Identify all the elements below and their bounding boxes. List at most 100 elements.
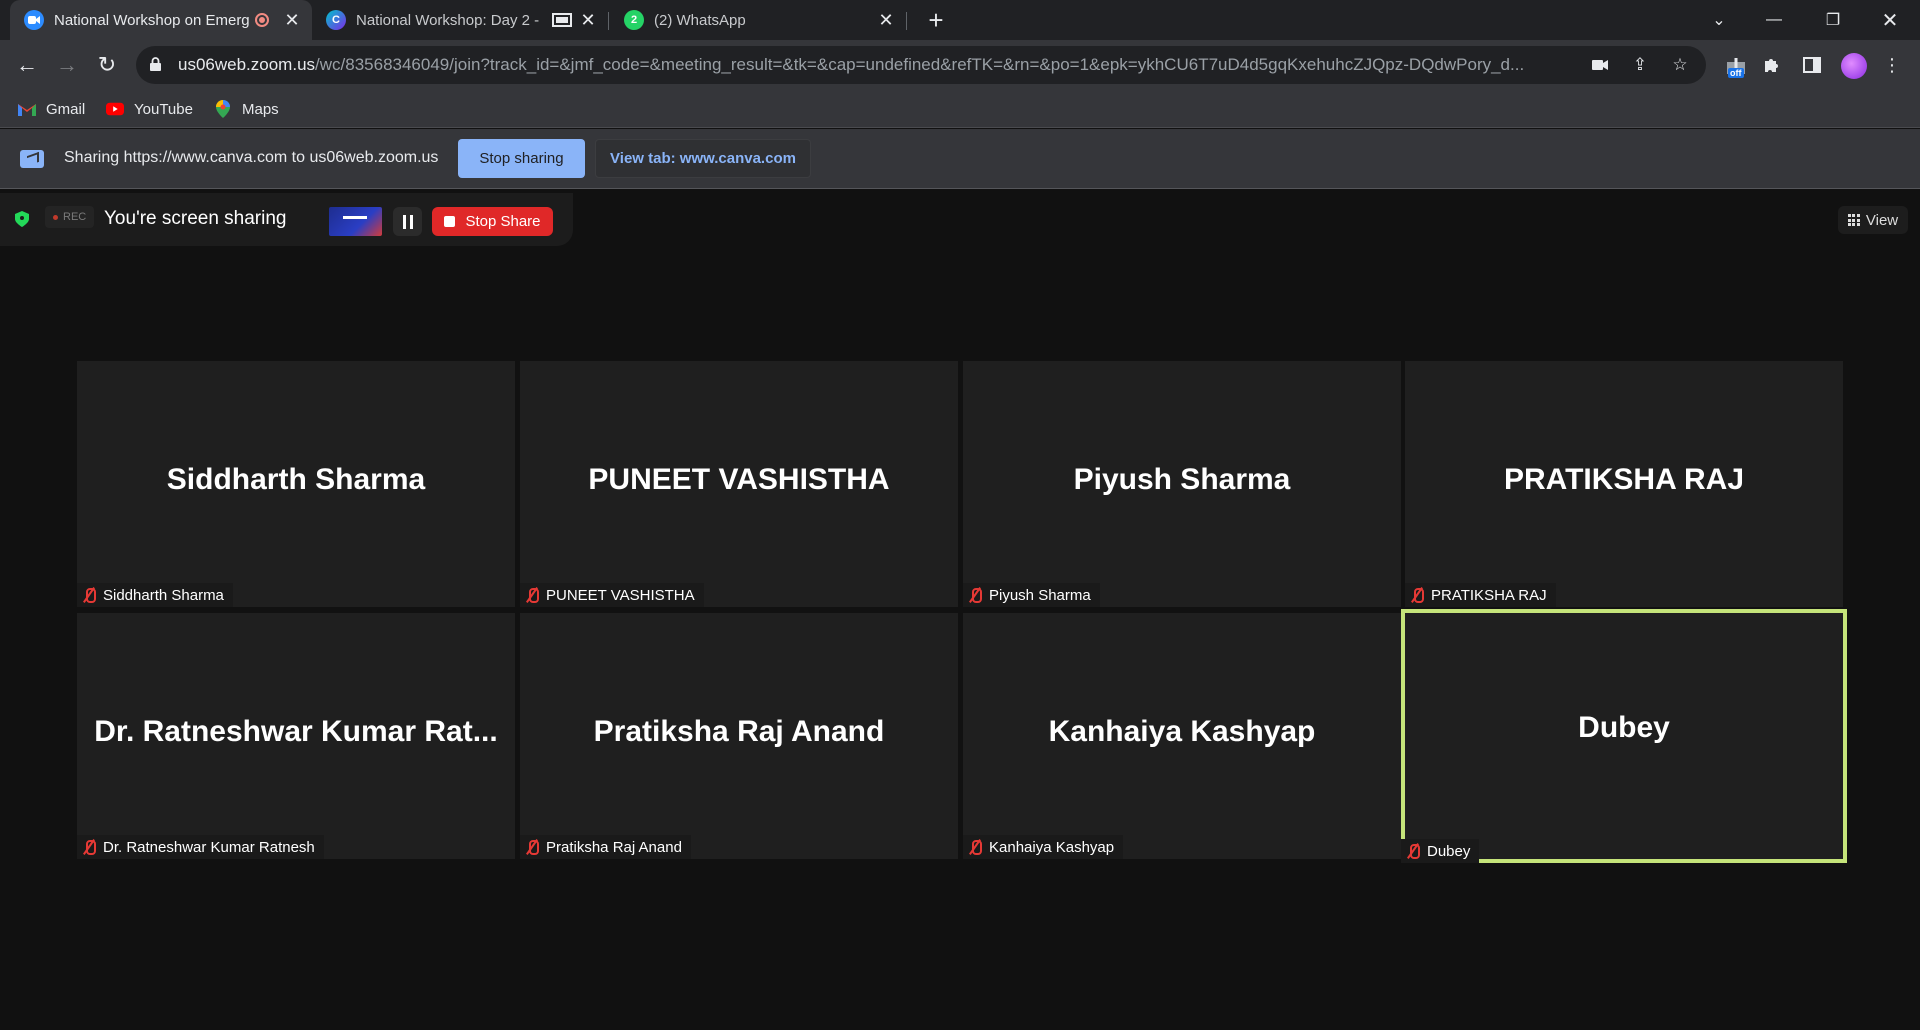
stop-sharing-button[interactable]: Stop sharing bbox=[458, 139, 585, 178]
participant-display-name: PUNEET VASHISTHA bbox=[588, 463, 890, 496]
security-shield-icon[interactable] bbox=[14, 210, 30, 228]
tab-title: National Workshop: Day 2 - bbox=[356, 11, 540, 29]
participant-tag-label: Kanhaiya Kashyap bbox=[989, 838, 1115, 856]
participant-tile-active-speaker[interactable]: Dubey Dubey bbox=[1401, 609, 1847, 863]
gmail-icon bbox=[18, 101, 36, 117]
participant-name-tag: Dr. Ratneshwar Kumar Ratnesh bbox=[77, 835, 324, 859]
share-page-icon[interactable]: ⇪ bbox=[1630, 55, 1650, 75]
browser-toolbar: ← → ↻ us06web.zoom.us/wc/83568346049/joi… bbox=[0, 40, 1920, 90]
tab-title: (2) WhatsApp bbox=[654, 11, 746, 29]
view-button[interactable]: View bbox=[1838, 206, 1908, 234]
tab-zoom[interactable]: National Workshop on Emerg ✕ bbox=[10, 0, 312, 40]
cast-icon bbox=[552, 13, 572, 27]
grid-view-icon bbox=[1847, 214, 1860, 226]
participant-name-tag: PUNEET VASHISTHA bbox=[520, 583, 704, 607]
tab-title: National Workshop on Emerg bbox=[54, 11, 250, 29]
participant-tile[interactable]: Pratiksha Raj Anand Pratiksha Raj Anand bbox=[520, 613, 958, 859]
forward-icon[interactable]: → bbox=[52, 50, 82, 80]
muted-mic-icon bbox=[520, 837, 546, 857]
url-host: us06web.zoom.us bbox=[178, 55, 316, 74]
participant-display-name: Piyush Sharma bbox=[1073, 463, 1291, 496]
participant-tile[interactable]: Kanhaiya Kashyap Kanhaiya Kashyap bbox=[963, 613, 1401, 859]
rec-dot-icon bbox=[53, 214, 58, 220]
youtube-icon bbox=[106, 101, 124, 117]
participant-tag-label: Pratiksha Raj Anand bbox=[546, 838, 682, 856]
bookmarks-bar: Gmail YouTube Maps bbox=[0, 90, 1920, 128]
pause-icon bbox=[402, 214, 413, 229]
participant-name-tag: Pratiksha Raj Anand bbox=[520, 835, 691, 859]
tab-separator bbox=[608, 12, 609, 30]
muted-mic-icon bbox=[963, 585, 989, 605]
muted-mic-icon bbox=[77, 585, 103, 605]
new-tab-button[interactable]: + bbox=[922, 5, 950, 35]
close-tab-icon[interactable]: ✕ bbox=[282, 10, 302, 30]
participant-tile[interactable]: Dr. Ratneshwar Kumar Rat... Dr. Ratneshw… bbox=[77, 613, 515, 859]
recording-badge: REC bbox=[45, 206, 95, 228]
restore-icon[interactable]: ❐ bbox=[1810, 0, 1856, 40]
stop-icon bbox=[444, 216, 456, 227]
tab-canva[interactable]: C National Workshop: Day 2 - ✕ bbox=[312, 0, 608, 40]
participant-display-name: PRATIKSHA RAJ bbox=[1503, 463, 1744, 496]
profile-avatar[interactable] bbox=[1841, 53, 1867, 79]
url-path: /wc/83568346049/join?track_id=&jmf_code=… bbox=[315, 55, 1525, 74]
participant-display-name: Pratiksha Raj Anand bbox=[593, 715, 885, 748]
bookmark-label: YouTube bbox=[134, 100, 193, 118]
participant-tag-label: Dr. Ratneshwar Kumar Ratnesh bbox=[103, 838, 315, 856]
participant-tag-label: Dubey bbox=[1427, 842, 1471, 860]
close-tab-icon[interactable]: ✕ bbox=[876, 10, 896, 30]
tab-search-icon[interactable]: ⌄ bbox=[1696, 0, 1742, 40]
pause-share-button[interactable] bbox=[393, 207, 422, 236]
address-bar[interactable]: us06web.zoom.us/wc/83568346049/join?trac… bbox=[136, 46, 1706, 84]
bookmark-label: Maps bbox=[242, 100, 279, 118]
reload-icon[interactable]: ↻ bbox=[92, 50, 122, 80]
extensions-puzzle-icon[interactable] bbox=[1760, 53, 1784, 77]
tab-whatsapp[interactable]: 2 (2) WhatsApp ✕ bbox=[610, 0, 906, 40]
participant-display-name: Dubey bbox=[1578, 711, 1670, 744]
muted-mic-icon bbox=[1401, 841, 1427, 861]
shared-screen-thumbnail[interactable] bbox=[329, 207, 382, 236]
minimize-icon[interactable]: — bbox=[1751, 0, 1797, 40]
view-tab-button[interactable]: View tab: www.canva.com bbox=[595, 139, 811, 178]
rec-label: REC bbox=[63, 211, 87, 223]
close-tab-icon[interactable]: ✕ bbox=[578, 10, 598, 30]
muted-mic-icon bbox=[963, 837, 989, 857]
extension-badge: off bbox=[1728, 68, 1744, 78]
muted-mic-icon bbox=[520, 585, 546, 605]
view-label: View bbox=[1865, 211, 1899, 229]
participant-tile[interactable]: PUNEET VASHISTHA PUNEET VASHISTHA bbox=[520, 361, 958, 607]
canva-icon: C bbox=[326, 10, 346, 30]
recording-indicator-icon bbox=[255, 13, 269, 27]
back-icon[interactable]: ← bbox=[12, 50, 42, 80]
participant-name-tag: Dubey bbox=[1401, 839, 1480, 863]
screen-sharing-status: You're screen sharing bbox=[104, 208, 287, 229]
url-text: us06web.zoom.us/wc/83568346049/join?trac… bbox=[178, 55, 1598, 75]
menu-kebab-icon[interactable]: ⋮ bbox=[1880, 53, 1904, 77]
bookmark-maps[interactable]: Maps bbox=[214, 98, 279, 120]
camera-icon[interactable] bbox=[1590, 55, 1610, 75]
tab-sharing-bar: Sharing https://www.canva.com to us06web… bbox=[0, 129, 1920, 189]
sharing-status-text: Sharing https://www.canva.com to us06web… bbox=[64, 149, 439, 166]
tab-strip: National Workshop on Emerg ✕ C National … bbox=[0, 0, 1920, 40]
participant-tile[interactable]: PRATIKSHA RAJ PRATIKSHA RAJ bbox=[1405, 361, 1843, 607]
zoom-meeting-area: REC You're screen sharing Stop Share Vie… bbox=[0, 190, 1920, 1030]
zoom-icon bbox=[24, 10, 44, 30]
close-window-icon[interactable]: ✕ bbox=[1867, 0, 1913, 40]
screen-sharing-toolbar: REC You're screen sharing Stop Share bbox=[0, 193, 573, 246]
participant-display-name: Kanhaiya Kashyap bbox=[1048, 715, 1316, 748]
participant-tile[interactable]: Siddharth Sharma Siddharth Sharma bbox=[77, 361, 515, 607]
side-panel-icon[interactable] bbox=[1800, 53, 1824, 77]
participant-name-tag: Piyush Sharma bbox=[963, 583, 1100, 607]
bookmark-youtube[interactable]: YouTube bbox=[106, 98, 193, 120]
participant-display-name: Dr. Ratneshwar Kumar Rat... bbox=[94, 715, 498, 748]
screen-share-icon bbox=[20, 150, 44, 168]
participant-name-tag: PRATIKSHA RAJ bbox=[1405, 583, 1556, 607]
maps-pin-icon bbox=[214, 100, 232, 118]
participant-tag-label: PRATIKSHA RAJ bbox=[1431, 586, 1547, 604]
participant-tile[interactable]: Piyush Sharma Piyush Sharma bbox=[963, 361, 1401, 607]
bookmark-gmail[interactable]: Gmail bbox=[18, 98, 85, 120]
participant-name-tag: Kanhaiya Kashyap bbox=[963, 835, 1124, 859]
whatsapp-icon: 2 bbox=[624, 10, 644, 30]
participant-display-name: Siddharth Sharma bbox=[166, 463, 426, 496]
bookmark-star-icon[interactable]: ☆ bbox=[1670, 55, 1690, 75]
stop-share-button[interactable]: Stop Share bbox=[432, 207, 553, 236]
